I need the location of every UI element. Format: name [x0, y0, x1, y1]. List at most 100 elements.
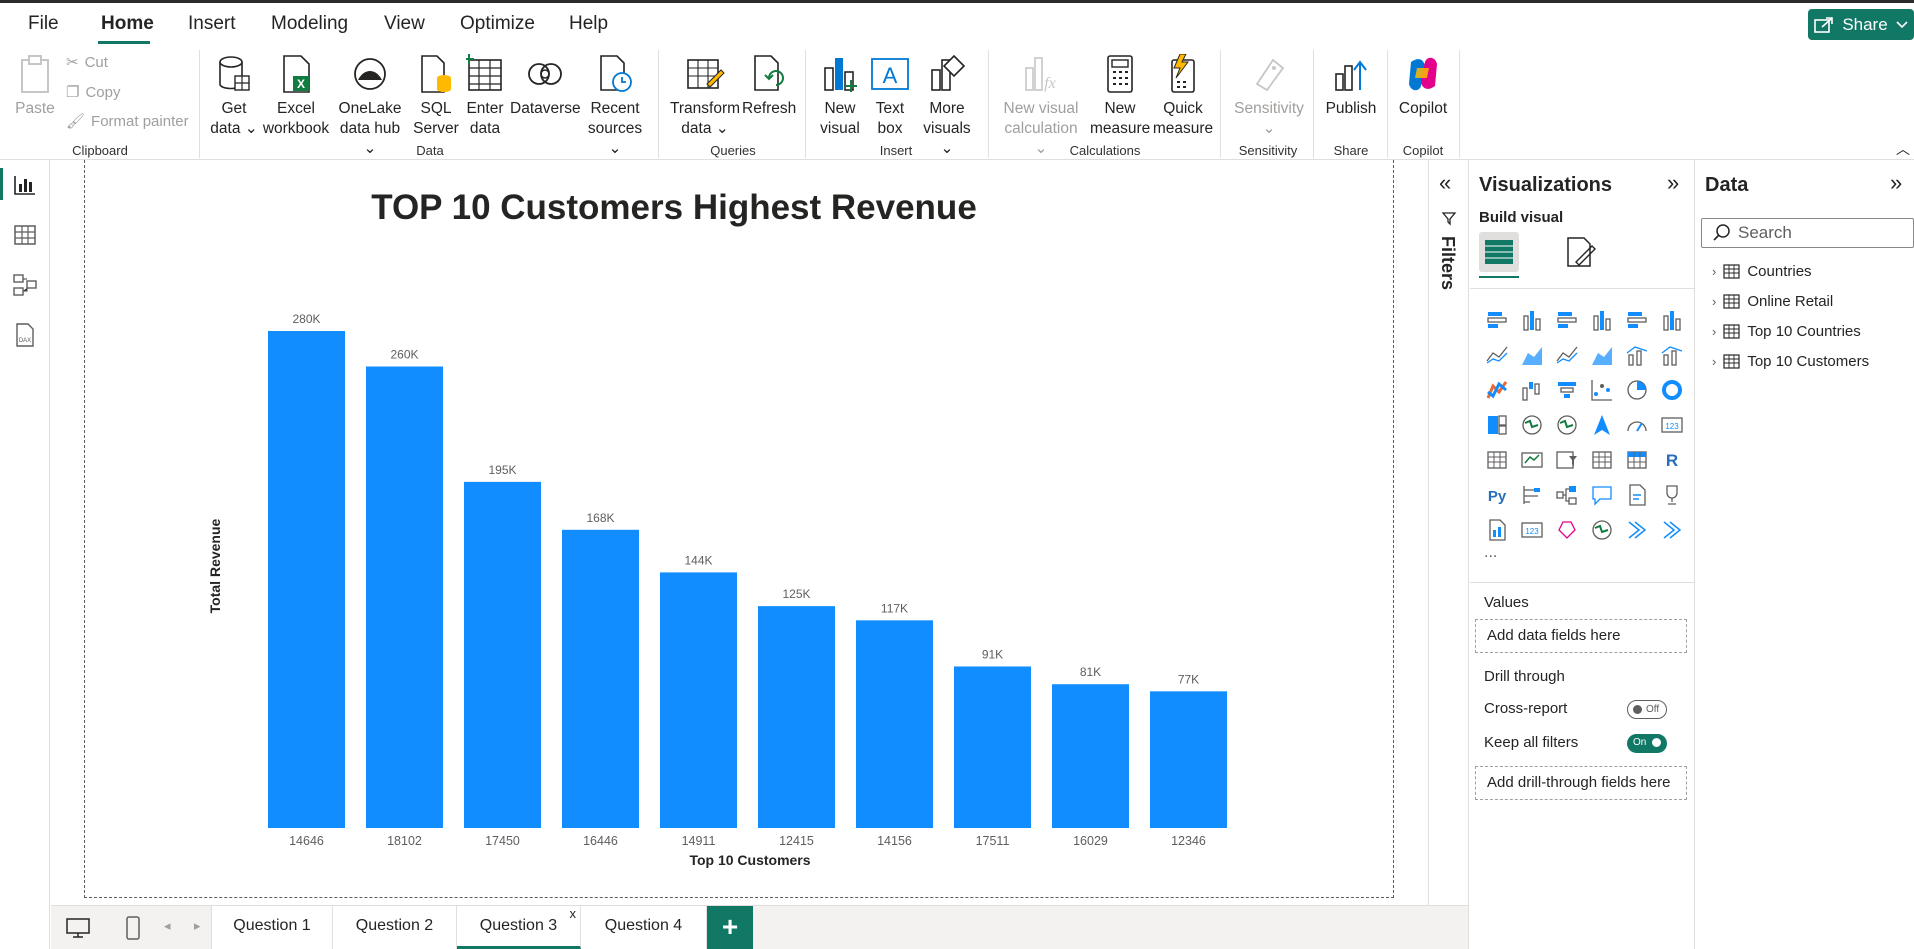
bar-12346[interactable] [1150, 691, 1227, 828]
values-well[interactable]: Add data fields here [1475, 619, 1687, 653]
pie-chart-icon[interactable] [1619, 372, 1654, 407]
clustered-bar-chart-icon[interactable] [1549, 302, 1584, 337]
bar-14911[interactable] [660, 572, 737, 828]
collapse-data-icon[interactable]: » [1890, 170, 1902, 196]
stacked-area-chart-icon[interactable] [1549, 337, 1584, 372]
data-table-online-retail[interactable]: › Online Retail [1712, 293, 1833, 310]
collapse-visualizations-icon[interactable]: » [1667, 170, 1679, 196]
bar-16029[interactable] [1052, 684, 1129, 828]
matrix-icon[interactable] [1619, 442, 1654, 477]
line-clustered-column-chart-icon[interactable] [1654, 337, 1689, 372]
100-stacked-area-chart-icon[interactable] [1584, 337, 1619, 372]
multi-row-card-icon[interactable] [1479, 442, 1514, 477]
collapse-ribbon-icon[interactable]: ︿ [1896, 139, 1910, 159]
data-table-top-10-countries[interactable]: › Top 10 Countries [1712, 323, 1861, 340]
smart-narrative-icon[interactable] [1619, 477, 1654, 512]
table-icon[interactable] [1584, 442, 1619, 477]
get-data-button[interactable]: Get data ⌄ [210, 53, 258, 139]
scroll-right-icon[interactable]: ▸ [194, 918, 201, 934]
report-view-icon[interactable] [12, 172, 38, 198]
ribbon-chart-icon[interactable] [1479, 372, 1514, 407]
page-tab-question-1[interactable]: Question 1 [211, 906, 333, 949]
format-painter-button[interactable]: 🖌 Format painter [66, 112, 189, 131]
add-page-button[interactable]: + [707, 906, 753, 949]
model-view-icon[interactable] [12, 272, 38, 298]
decomposition-tree-icon[interactable] [1549, 477, 1584, 512]
chevron-right-icon[interactable]: › [1712, 294, 1716, 309]
text-box-button[interactable]: A Text box [868, 53, 912, 139]
paste-button[interactable]: Paste [14, 53, 56, 119]
qa-icon[interactable] [1584, 477, 1619, 512]
scroll-left-icon[interactable]: ◂ [164, 918, 171, 934]
close-tab-icon[interactable]: x [570, 894, 577, 934]
bar-17511[interactable] [954, 666, 1031, 828]
chevron-right-icon[interactable]: › [1712, 324, 1716, 339]
bar-12415[interactable] [758, 606, 835, 828]
chevron-right-icon[interactable]: › [1712, 354, 1716, 369]
new-visual-button[interactable]: New visual [816, 53, 864, 139]
stacked-bar-chart-icon[interactable] [1479, 302, 1514, 337]
area-chart-icon[interactable] [1514, 337, 1549, 372]
100-stacked-column-chart-icon[interactable] [1654, 302, 1689, 337]
map-icon[interactable] [1514, 407, 1549, 442]
page-tab-question-4[interactable]: Question 4 [581, 906, 707, 949]
card-new-icon[interactable]: 123 [1514, 512, 1549, 547]
sql-server-button[interactable]: SQL Server [410, 53, 462, 139]
dataverse-button[interactable]: Dataverse [510, 53, 581, 119]
desktop-layout-icon[interactable] [65, 917, 91, 939]
stacked-column-chart-icon[interactable] [1514, 302, 1549, 337]
arcgis-map-icon[interactable] [1584, 512, 1619, 547]
chevron-right-icon[interactable]: › [1712, 264, 1716, 279]
copy-button[interactable]: ❐ Copy [66, 83, 120, 102]
python-visual-icon[interactable]: Py [1479, 477, 1514, 512]
treemap-icon[interactable] [1479, 407, 1514, 442]
expand-filters-icon[interactable]: « [1439, 170, 1451, 196]
metrics-icon[interactable] [1654, 477, 1689, 512]
publish-button[interactable]: Publish [1320, 53, 1382, 119]
data-table-countries[interactable]: › Countries [1712, 263, 1812, 280]
menu-view[interactable]: View [384, 13, 425, 35]
drill-through-well[interactable]: Add drill-through fields here [1475, 766, 1687, 800]
keep-filters-toggle[interactable]: On [1627, 734, 1667, 753]
data-search-input[interactable]: Search [1701, 218, 1914, 248]
bar-17450[interactable] [464, 481, 541, 828]
new-measure-button[interactable]: New measure [1090, 53, 1150, 139]
menu-home[interactable]: Home [101, 13, 154, 35]
enter-data-button[interactable]: Enter data [462, 53, 508, 139]
share-button[interactable]: Share [1808, 9, 1914, 40]
azure-map-icon[interactable] [1584, 407, 1619, 442]
kpi-icon[interactable] [1514, 442, 1549, 477]
bar-18102[interactable] [366, 366, 443, 829]
menu-file[interactable]: File [28, 13, 59, 35]
slicer-icon[interactable] [1549, 442, 1584, 477]
line-chart-icon[interactable] [1479, 337, 1514, 372]
build-visual-tab[interactable] [1479, 232, 1519, 272]
scatter-chart-icon[interactable] [1584, 372, 1619, 407]
waterfall-chart-icon[interactable] [1514, 372, 1549, 407]
card-icon[interactable]: 123 [1654, 407, 1689, 442]
bar-16446[interactable] [562, 529, 639, 828]
gauge-icon[interactable] [1619, 407, 1654, 442]
bar-chart[interactable]: 280K 14646 260K 18102 195K 17450 168K 16446 144K… [200, 300, 1260, 870]
funnel-chart-icon[interactable] [1549, 372, 1584, 407]
menu-help[interactable]: Help [569, 13, 608, 35]
menu-modeling[interactable]: Modeling [271, 13, 348, 35]
r-script-visual-icon[interactable]: R [1654, 442, 1689, 477]
page-tab-question-3[interactable]: Question 3x [457, 906, 581, 949]
refresh-button[interactable]: Refresh [742, 53, 796, 119]
page-tab-question-2[interactable]: Question 2 [333, 906, 457, 949]
transform-data-button[interactable]: Transform data ⌄ [668, 53, 742, 139]
recent-sources-button[interactable]: Recent sources ⌄ [580, 53, 650, 159]
mobile-layout-icon[interactable] [125, 915, 141, 941]
100-stacked-bar-chart-icon[interactable] [1619, 302, 1654, 337]
dax-query-view-icon[interactable]: DAX [12, 322, 38, 348]
power-apps-icon[interactable] [1549, 512, 1584, 547]
paginated-report-icon[interactable] [1479, 512, 1514, 547]
data-table-top-10-customers[interactable]: › Top 10 Customers [1712, 353, 1869, 370]
menu-insert[interactable]: Insert [188, 13, 236, 35]
menu-optimize[interactable]: Optimize [460, 13, 535, 35]
cut-button[interactable]: ✂ Cut [66, 53, 108, 72]
donut-chart-icon[interactable] [1654, 372, 1689, 407]
power-automate-icon[interactable] [1619, 512, 1654, 547]
cross-report-toggle[interactable]: Off [1627, 700, 1667, 719]
